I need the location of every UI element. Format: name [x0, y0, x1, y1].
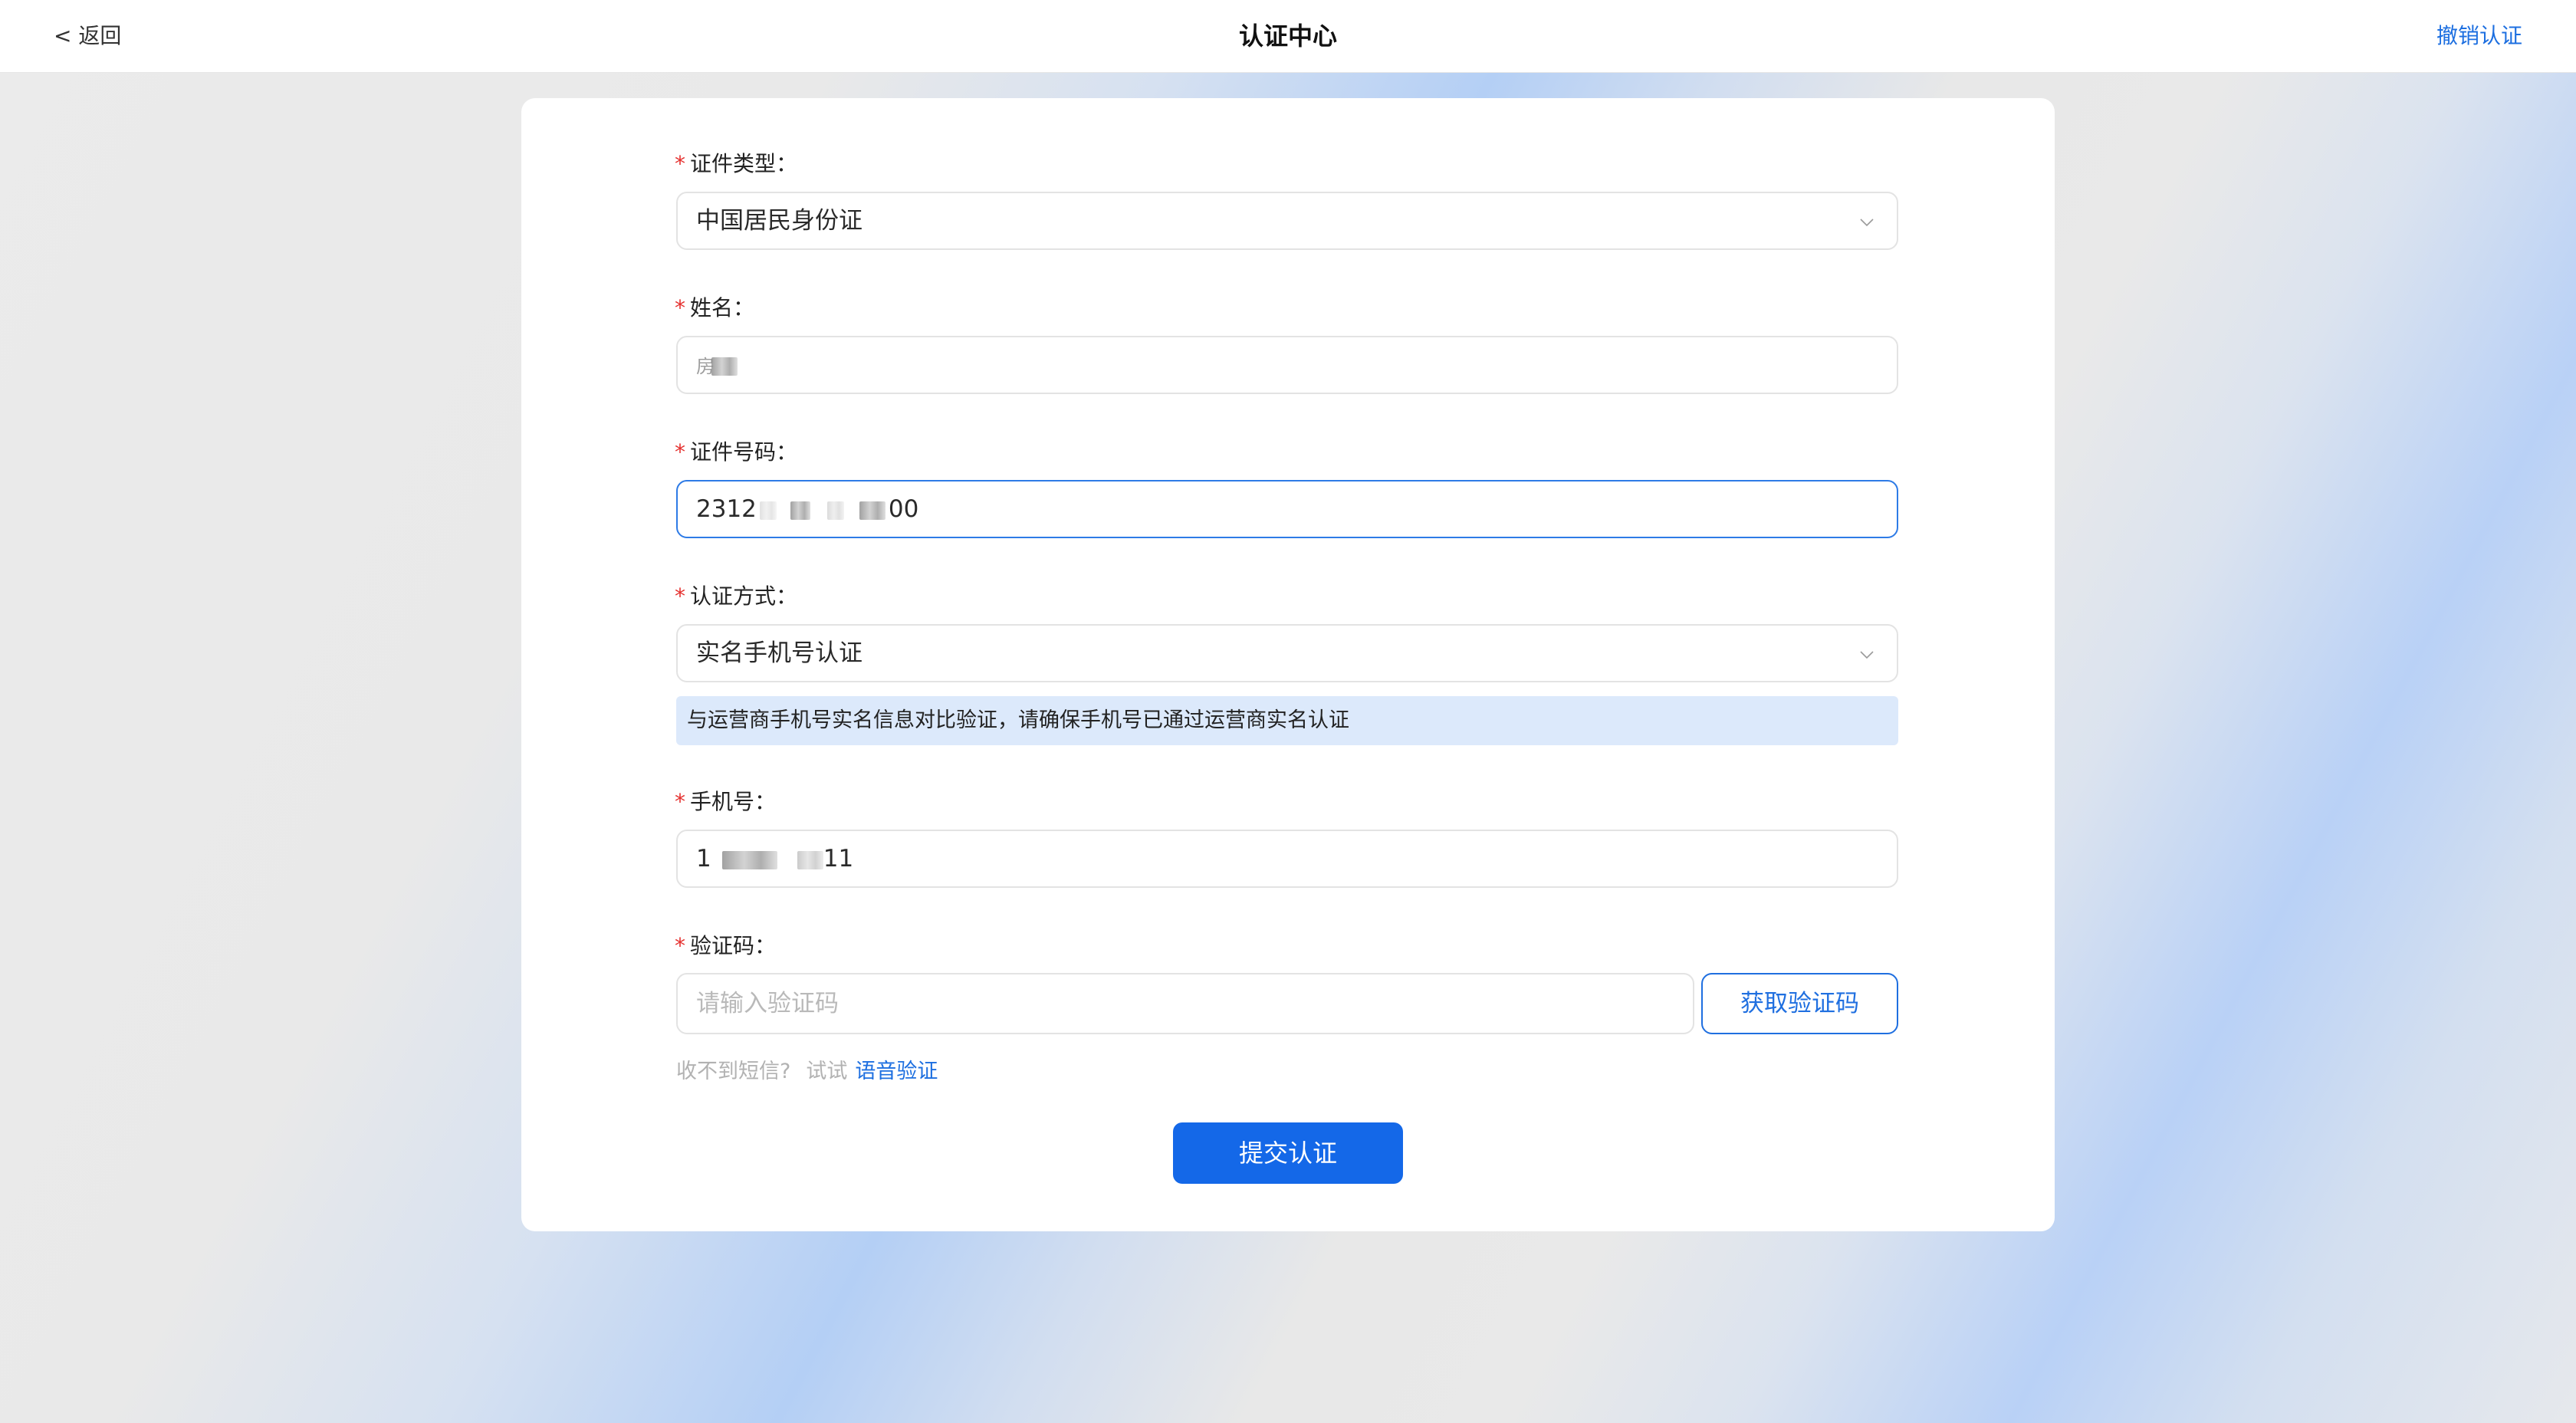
- no-sms-text: 收不到短信?: [676, 1060, 791, 1083]
- chevron-down-icon: [1860, 651, 1874, 659]
- id-number-prefix: 2312: [696, 495, 757, 523]
- get-code-button[interactable]: 获取验证码: [1701, 973, 1898, 1034]
- redacted-id-mask-2: [790, 501, 810, 520]
- redacted-phone-mask-1: [721, 850, 777, 869]
- verify-code-label: * 验证码：: [675, 931, 776, 961]
- verify-code-input[interactable]: [676, 973, 1694, 1034]
- required-mark: *: [675, 789, 685, 814]
- back-button[interactable]: < 返回: [54, 0, 121, 72]
- cert-type-label: * 证件类型：: [675, 149, 797, 179]
- redacted-phone-mask-2: [797, 850, 823, 869]
- submit-button[interactable]: 提交认证: [1173, 1122, 1403, 1184]
- id-number-field[interactable]: 2312 00: [676, 480, 1898, 538]
- redacted-name-mask: [711, 357, 738, 376]
- name-label-text: 姓名：: [690, 295, 755, 320]
- chevron-down-icon: [1860, 219, 1874, 227]
- page-title: 认证中心: [1238, 21, 1337, 51]
- sms-help-row: 收不到短信? 试试 语音验证: [676, 1057, 938, 1087]
- cert-type-value: 中国居民身份证: [696, 207, 863, 235]
- id-number-label: * 证件号码：: [675, 437, 797, 468]
- name-field[interactable]: 房: [676, 336, 1898, 394]
- required-mark: *: [675, 583, 685, 609]
- required-mark: *: [675, 933, 685, 958]
- revoke-auth-link[interactable]: 撤销认证: [2436, 0, 2522, 72]
- phone-label: * 手机号：: [675, 787, 776, 817]
- required-mark: *: [675, 151, 685, 176]
- auth-method-label: * 认证方式：: [675, 581, 797, 612]
- auth-method-value: 实名手机号认证: [696, 639, 863, 667]
- auth-method-hint: 与运营商手机号实名信息对比验证，请确保手机号已通过运营商实名认证: [676, 696, 1898, 745]
- phone-suffix: 11: [823, 845, 854, 873]
- redacted-id-mask-4: [859, 501, 886, 520]
- voice-verify-link[interactable]: 语音验证: [855, 1060, 938, 1083]
- phone-label-text: 手机号：: [690, 789, 777, 814]
- phone-field[interactable]: 1 11: [676, 830, 1898, 888]
- cert-type-label-text: 证件类型：: [690, 151, 798, 176]
- required-mark: *: [675, 439, 685, 465]
- phone-prefix: 1: [696, 845, 711, 873]
- auth-method-label-text: 认证方式：: [690, 583, 798, 609]
- required-mark: *: [675, 295, 685, 320]
- name-label: * 姓名：: [675, 293, 754, 324]
- id-number-label-text: 证件号码：: [690, 439, 798, 465]
- top-navigation-bar: < 返回 认证中心 撤销认证: [0, 0, 2576, 73]
- redacted-id-mask-1: [759, 501, 777, 520]
- id-number-suffix: 00: [888, 495, 919, 523]
- auth-method-select[interactable]: 实名手机号认证: [676, 624, 1898, 682]
- verify-code-label-text: 验证码：: [690, 933, 777, 958]
- cert-type-select[interactable]: 中国居民身份证: [676, 192, 1898, 250]
- auth-form-card: * 证件类型： 中国居民身份证 * 姓名： 房 * 证件号码： 2312 00 * 认证方…: [521, 98, 2055, 1231]
- redacted-id-mask-3: [826, 501, 844, 520]
- try-text: 试试: [806, 1060, 848, 1083]
